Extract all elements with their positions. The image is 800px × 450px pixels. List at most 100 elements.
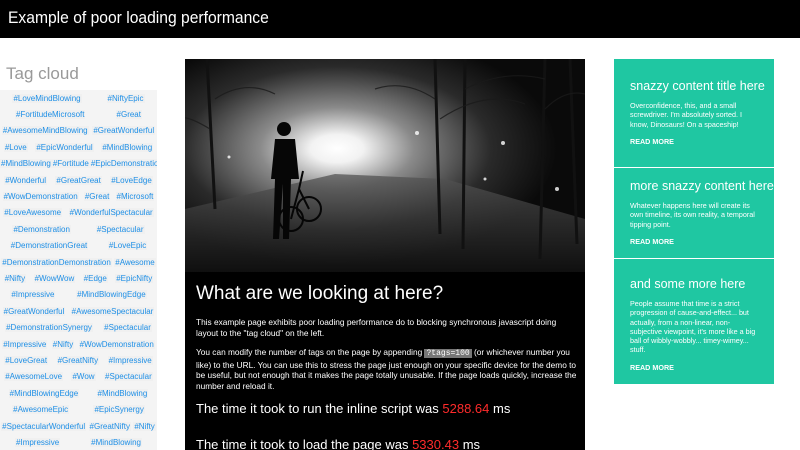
read-more-link[interactable]: READ MORE bbox=[630, 363, 758, 372]
tag-link[interactable]: #Awesome bbox=[114, 257, 156, 267]
tag-link[interactable]: #Spectacular bbox=[95, 224, 145, 234]
tag-link[interactable]: #Demonstration bbox=[12, 224, 71, 234]
article-heading: What are we looking at here? bbox=[196, 283, 444, 304]
tag-link[interactable]: #SpectacularWonderful bbox=[1, 421, 87, 431]
tags-query-code: ?tags=100 bbox=[424, 349, 472, 358]
tag-cloud: #LoveMindBlowing #NiftyEpic #FortitudeMicr… bbox=[0, 90, 157, 450]
tag-link[interactable]: #MindBlowing bbox=[101, 142, 154, 152]
inline-script-timing: The time it took to run the inline scrip… bbox=[196, 401, 578, 416]
tag-row: #LoveAwesome #WonderfulSpectacular bbox=[0, 205, 157, 221]
tag-link[interactable]: #WowDemonstration bbox=[78, 339, 155, 349]
card-title: more snazzy content here bbox=[630, 179, 774, 193]
tag-row: #MindBlowingEdge #MindBlowing bbox=[0, 385, 157, 401]
tag-row: #Nifty #WowWow #Edge #EpicNifty bbox=[0, 270, 157, 286]
tag-link[interactable]: #WowWow bbox=[33, 273, 76, 283]
tag-link[interactable]: #Spectacular bbox=[103, 323, 152, 333]
tag-link[interactable]: #Spectacular bbox=[104, 372, 153, 382]
hero-photo bbox=[185, 59, 585, 272]
tag-link[interactable]: #MindBlowing bbox=[90, 437, 142, 447]
tag-link[interactable]: #Great bbox=[115, 110, 142, 120]
tag-link[interactable]: #LoveEdge bbox=[110, 175, 153, 185]
tag-link[interactable]: #LoveMindBlowing bbox=[12, 93, 82, 103]
tag-row: #DemonstrationGreat #LoveEpic bbox=[0, 238, 157, 254]
tag-link[interactable]: #GreatNifty bbox=[88, 421, 131, 431]
tag-row: #Wonderful #GreatGreat #LoveEdge bbox=[0, 172, 157, 188]
read-more-link[interactable]: READ MORE bbox=[630, 237, 758, 246]
tag-link[interactable]: #Impressive bbox=[107, 355, 153, 365]
read-more-link[interactable]: READ MORE bbox=[630, 137, 758, 146]
tag-row: #Impressive #Nifty #WowDemonstration bbox=[0, 336, 157, 352]
tag-link[interactable]: #GreatNifty bbox=[56, 355, 100, 365]
load-timing-label: The time it took to load the page was bbox=[196, 437, 413, 450]
modify-text-before: You can modify the number of tags on the… bbox=[196, 347, 425, 357]
tag-link[interactable]: #FortitudeMicrosoft bbox=[15, 110, 86, 120]
tag-link[interactable]: #Wow bbox=[71, 372, 96, 382]
tag-link[interactable]: #Wonderful bbox=[4, 175, 47, 185]
card-title: and some more here bbox=[630, 277, 746, 291]
card-body: People assume that time is a strict prog… bbox=[630, 299, 756, 355]
load-timing-unit: ms bbox=[459, 437, 481, 450]
tag-link[interactable]: #MindBlowingEdge bbox=[8, 388, 80, 398]
tag-link[interactable]: #LoveAwesome bbox=[3, 208, 63, 218]
tag-link[interactable]: #LoveGreat bbox=[4, 355, 49, 365]
tag-row: #AwesomeLove #Wow #Spectacular bbox=[0, 369, 157, 385]
tag-link[interactable]: #EpicNifty bbox=[115, 273, 154, 283]
tag-link[interactable]: #DemonstrationDemonstration bbox=[1, 257, 112, 267]
tag-link[interactable]: #NiftyEpic bbox=[106, 93, 145, 103]
tag-row: #Impressive #MindBlowing bbox=[0, 434, 157, 450]
tag-link[interactable]: #Nifty bbox=[51, 339, 75, 349]
tag-link[interactable]: #Microsoft bbox=[115, 192, 155, 202]
tag-row: #GreatWonderful #AwesomeSpectacular bbox=[0, 303, 157, 319]
tag-link[interactable]: #Impressive bbox=[10, 290, 56, 300]
inline-timing-label: The time it took to run the inline scrip… bbox=[196, 401, 443, 416]
main-content: What are we looking at here? This exampl… bbox=[185, 59, 585, 450]
tag-row: #SpectacularWonderful #GreatNifty #Nifty bbox=[0, 418, 157, 434]
sidebar-card-2: more snazzy content here Whatever happen… bbox=[614, 168, 774, 258]
inline-timing-unit: ms bbox=[489, 401, 511, 416]
tag-link[interactable]: #AwesomeMindBlowing bbox=[1, 126, 89, 136]
tag-row: #FortitudeMicrosoft #Great bbox=[0, 106, 157, 122]
tag-row: #AwesomeEpic #EpicSynergy bbox=[0, 401, 157, 417]
tag-link[interactable]: #EpicSynergy bbox=[93, 405, 145, 415]
tag-link[interactable]: #MindBlowingEdge bbox=[76, 290, 147, 300]
tag-link[interactable]: #MindBlowing bbox=[96, 388, 149, 398]
tag-link[interactable]: #Great bbox=[83, 192, 111, 202]
tag-row: #AwesomeMindBlowing #GreatWonderful bbox=[0, 123, 157, 139]
sidebar-card-3: and some more here People assume that ti… bbox=[614, 259, 774, 384]
tag-link[interactable]: #Edge bbox=[82, 273, 108, 283]
tag-cloud-title: Tag cloud bbox=[6, 64, 79, 83]
tag-link[interactable]: #EpicDemonstration bbox=[89, 159, 157, 169]
tag-row: #LoveGreat #GreatNifty #Impressive bbox=[0, 352, 157, 368]
tag-link[interactable]: #Love bbox=[3, 142, 28, 152]
tag-link[interactable]: #GreatWonderful bbox=[2, 306, 66, 316]
tag-link[interactable]: #AwesomeEpic bbox=[12, 405, 70, 415]
tag-row: #WowDemonstration #Great #Microsoft bbox=[0, 188, 157, 204]
tag-row: #LoveMindBlowing #NiftyEpic bbox=[0, 90, 157, 106]
header-bar: Example of poor loading performance bbox=[0, 0, 800, 38]
tag-link[interactable]: #WowDemonstration bbox=[2, 192, 79, 202]
tag-row: #MindBlowing #Fortitude #EpicDemonstration bbox=[0, 156, 157, 172]
tag-link[interactable]: #AwesomeLove bbox=[4, 372, 64, 382]
tag-link[interactable]: #Impressive bbox=[2, 339, 48, 349]
tag-link[interactable]: #AwesomeSpectacular bbox=[70, 306, 155, 316]
tag-link[interactable]: #WonderfulSpectacular bbox=[68, 208, 154, 218]
tag-row: #DemonstrationDemonstration #Awesome bbox=[0, 254, 157, 270]
tag-link[interactable]: #Impressive bbox=[15, 437, 61, 447]
tag-row: #Love #EpicWonderful #MindBlowing bbox=[0, 139, 157, 155]
tag-link[interactable]: #DemonstrationGreat bbox=[9, 241, 89, 251]
card-body: Whatever happens here will create its ow… bbox=[630, 201, 755, 229]
tag-link[interactable]: #GreatWonderful bbox=[92, 126, 156, 136]
tag-link[interactable]: #Nifty bbox=[133, 421, 156, 431]
sidebar-card-1: snazzy content title here Overconfidence… bbox=[614, 59, 774, 167]
inline-timing-value: 5288.64 bbox=[442, 401, 490, 416]
article-modify: You can modify the number of tags on the… bbox=[196, 347, 578, 391]
tag-link[interactable]: #EpicWonderful bbox=[35, 142, 94, 152]
tag-link[interactable]: #GreatGreat bbox=[55, 175, 102, 185]
tag-link[interactable]: #Fortitude bbox=[51, 159, 90, 169]
tag-link[interactable]: #MindBlowing bbox=[0, 159, 52, 169]
tag-row: #DemonstrationSynergy #Spectacular bbox=[0, 319, 157, 335]
tag-link[interactable]: #DemonstrationSynergy bbox=[5, 323, 93, 333]
tag-link[interactable]: #Nifty bbox=[3, 273, 27, 283]
card-title: snazzy content title here bbox=[630, 79, 765, 93]
tag-link[interactable]: #LoveEpic bbox=[107, 241, 148, 251]
